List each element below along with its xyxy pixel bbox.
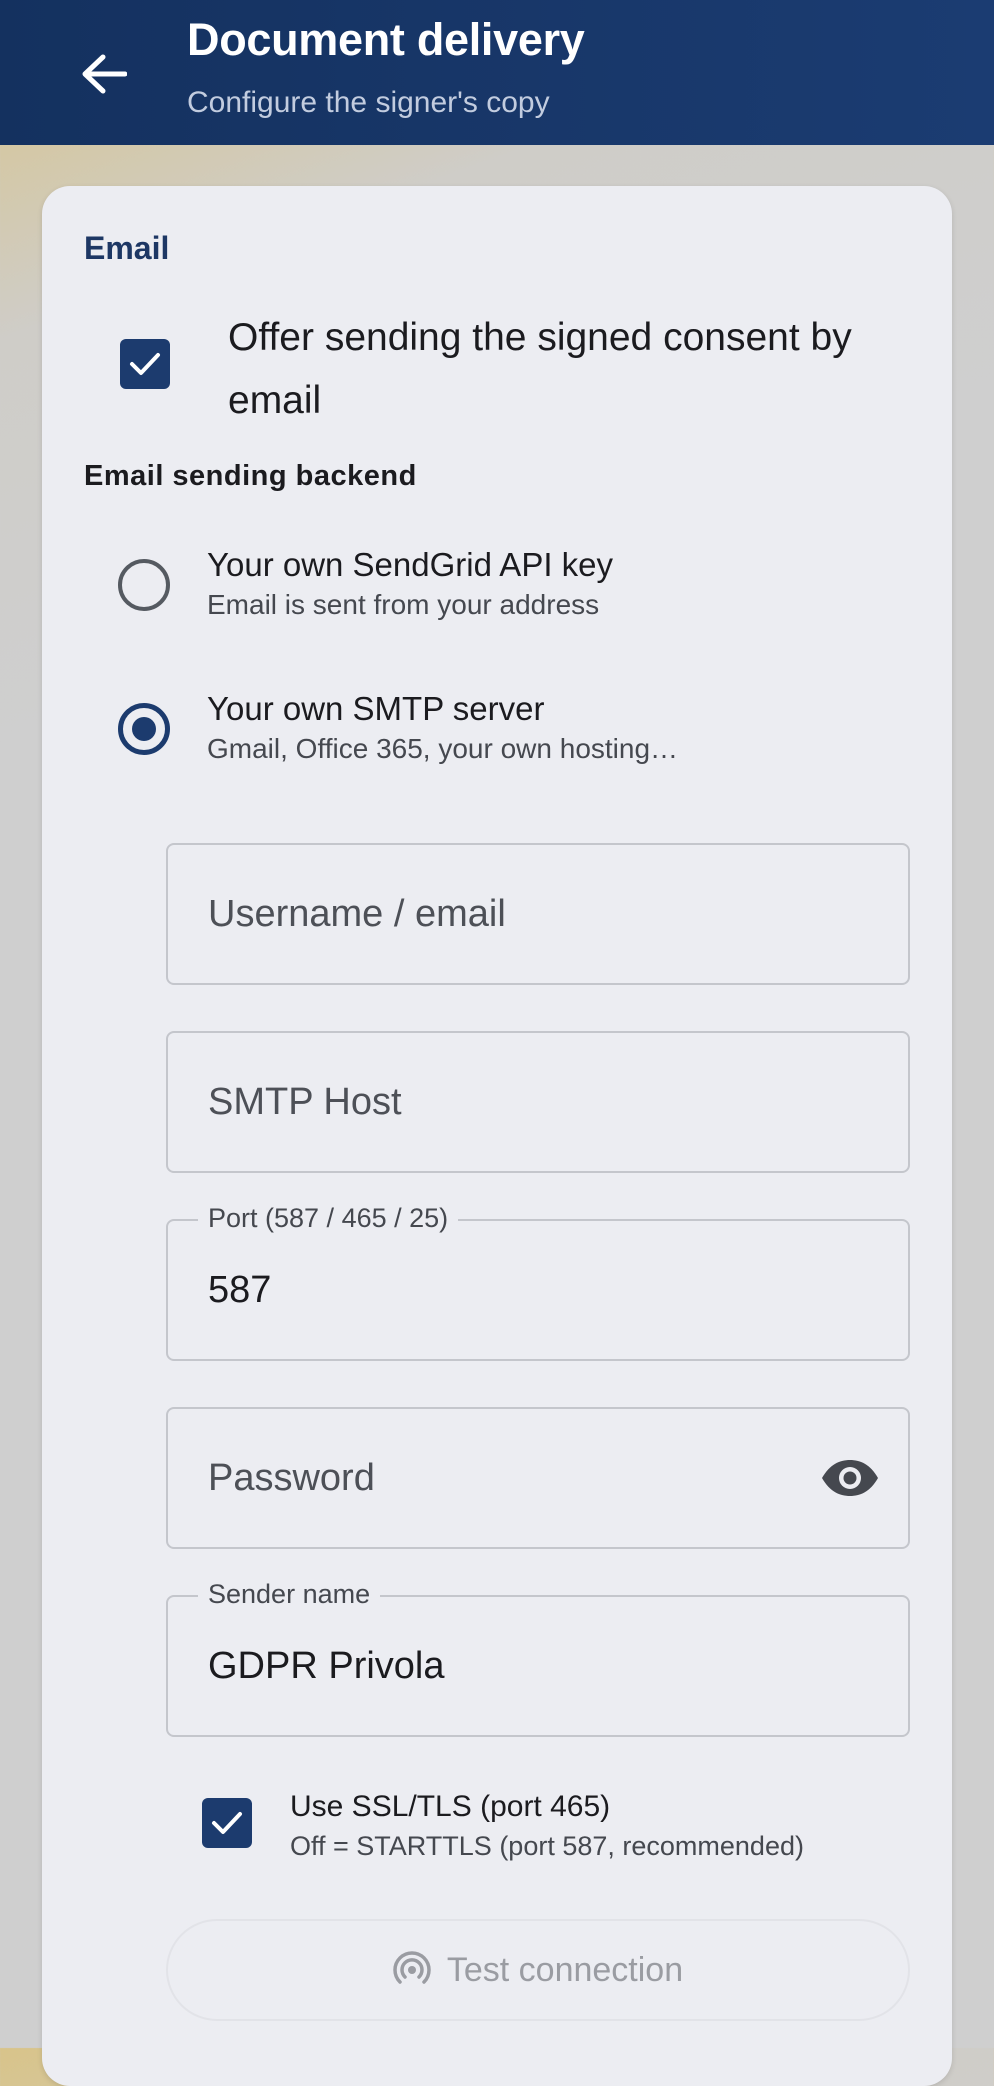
offer-email-checkbox[interactable] xyxy=(120,339,170,389)
username-field[interactable]: Username / email xyxy=(166,843,910,985)
sender-name-field[interactable]: Sender name GDPR Privola xyxy=(166,1579,910,1737)
check-icon xyxy=(130,353,160,375)
password-field[interactable]: Password xyxy=(166,1407,910,1549)
username-placeholder: Username / email xyxy=(208,893,506,935)
radio-smtp-title[interactable]: Your own SMTP server xyxy=(207,690,544,728)
sender-name-label: Sender name xyxy=(198,1579,381,1610)
sender-name-value: GDPR Privola xyxy=(208,1645,445,1687)
ssl-tls-label[interactable]: Use SSL/TLS (port 465) xyxy=(290,1790,610,1824)
smtp-host-field[interactable]: SMTP Host xyxy=(166,1031,910,1173)
radio-sendgrid-title[interactable]: Your own SendGrid API key xyxy=(207,546,613,584)
eye-icon xyxy=(822,1460,878,1496)
page-title: Document delivery xyxy=(187,14,585,65)
radio-sendgrid-subtitle: Email is sent from your address xyxy=(207,589,600,620)
back-button[interactable] xyxy=(72,46,136,102)
toggle-password-visibility-button[interactable] xyxy=(820,1453,880,1503)
radio-smtp-subtitle: Gmail, Office 365, your own hosting… xyxy=(207,733,679,764)
section-title-email: Email xyxy=(84,230,170,266)
broadcast-icon xyxy=(393,1951,431,1984)
radio-smtp[interactable] xyxy=(118,703,170,755)
offer-email-label[interactable]: Offer sending the signed consent by emai… xyxy=(228,306,928,432)
backend-label: Email sending backend xyxy=(84,460,417,492)
test-connection-button[interactable]: Test connection xyxy=(166,1919,910,2021)
settings-card: Email Offer sending the signed consent b… xyxy=(42,186,952,2086)
smtp-host-placeholder: SMTP Host xyxy=(208,1081,402,1123)
port-label: Port (587 / 465 / 25) xyxy=(198,1203,459,1234)
port-field[interactable]: Port (587 / 465 / 25) 587 xyxy=(166,1203,910,1361)
ssl-tls-checkbox[interactable] xyxy=(202,1798,252,1848)
port-value: 587 xyxy=(208,1269,272,1311)
page-subtitle: Configure the signer's copy xyxy=(187,86,550,119)
radio-sendgrid[interactable] xyxy=(118,559,170,611)
check-icon xyxy=(212,1812,242,1834)
test-connection-label: Test connection xyxy=(446,1950,684,1989)
password-placeholder: Password xyxy=(208,1457,375,1499)
ssl-tls-subtitle: Off = STARTTLS (port 587, recommended) xyxy=(290,1831,804,1861)
app-bar: Document delivery Configure the signer's… xyxy=(0,0,994,145)
arrow-back-icon xyxy=(82,54,127,94)
